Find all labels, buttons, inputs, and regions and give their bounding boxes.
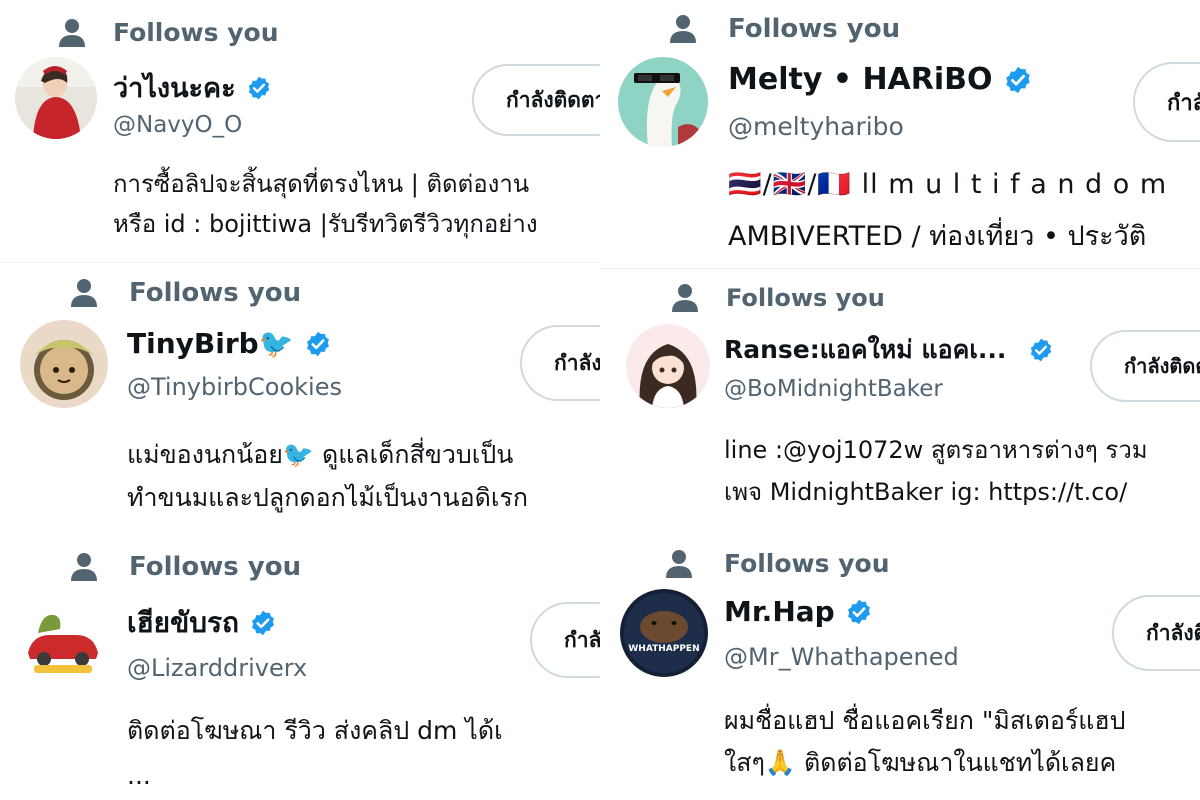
bio-line: การซื้อลิปจะสิ้นสุดที่ตรงไหน | ติดต่องาน (113, 170, 530, 198)
bio-line: ผมชื่อแฮป ชื่อแอคเรียก "มิสเตอร์แฮป (724, 706, 1126, 735)
bio-line: ติดต่อโฆษณา รีวิว ส่งคลิป dm ได้เ (127, 716, 503, 745)
follows-you-indicator: Follows you (666, 549, 890, 578)
person-icon (672, 284, 698, 312)
verified-badge-icon (306, 331, 329, 356)
following-button[interactable]: กำลังติดตาม (520, 325, 600, 401)
avatar[interactable] (618, 57, 708, 147)
user-handle: @BoMidnightBaker (724, 376, 943, 402)
bio-line: เพจ MidnightBaker ig: https://t.co/ (724, 478, 1128, 506)
user-handle: @meltyharibo (728, 112, 904, 141)
bio-line: หรือ id : bojittiwa |รับรีทวิตรีวิวทุกอย… (113, 210, 538, 238)
display-name[interactable]: Melty • HARiBO (728, 62, 993, 97)
verified-badge-icon (252, 610, 274, 636)
follows-you-label: Follows you (726, 284, 885, 312)
user-card[interactable]: Follows you WHATHAPPEN Mr.Hap @Mr_Whatha… (600, 535, 1200, 800)
follows-you-label: Follows you (113, 18, 279, 47)
following-button[interactable]: กำลังติดตาม (1112, 595, 1200, 671)
follows-you-label: Follows you (129, 552, 302, 582)
follows-you-label: Follows you (728, 14, 901, 44)
bio-line: ... (127, 761, 151, 790)
right-panel: Follows you Melty • HARiBO @meltyharibo … (600, 0, 1200, 800)
avatar[interactable] (20, 320, 108, 408)
display-name[interactable]: Ranse:แอคใหม่ แอคเ... (724, 330, 1006, 370)
verified-badge-icon (1005, 66, 1030, 93)
person-icon (71, 553, 97, 581)
display-name[interactable]: เฮียขับรถ (127, 601, 239, 645)
user-handle: @NavyO_O (113, 112, 243, 138)
bio-line: ใสๆ🙏 ติดต่อโฆษณาในแชทได้เลยค (724, 748, 1117, 777)
following-button[interactable]: กำลังติดตาม (472, 64, 600, 136)
following-button[interactable]: กำลังติดตาม (530, 602, 600, 678)
user-card[interactable]: Follows you เฮียขับรถ @Lizarddriverx กำล… (0, 535, 600, 800)
avatar[interactable]: WHATHAPPEN (620, 589, 708, 677)
person-icon (666, 549, 692, 578)
person-icon (71, 279, 97, 307)
follows-you-label: Follows you (724, 549, 890, 578)
left-panel: Follows you ว่าไงนะคะ @NavyO_O กำลังติดต… (0, 0, 600, 800)
user-card[interactable]: Follows you Ranse:แอคใหม่ แอคเ... @BoMid… (600, 270, 1200, 535)
person-icon (670, 15, 696, 43)
bio-line: line :@yoj1072w สูตรอาหารต่างๆ รวม (724, 436, 1148, 464)
verified-badge-icon (1031, 338, 1052, 362)
user-card[interactable]: Follows you Melty • HARiBO @meltyharibo … (600, 0, 1200, 280)
follows-you-label: Follows you (129, 278, 302, 308)
following-button[interactable]: กำลังติดตาม (1090, 330, 1200, 402)
follows-you-indicator: Follows you (672, 284, 885, 312)
divider (600, 268, 1200, 269)
bio-line: AMBIVERTED / ท่องเที่ยว • ประวัติ (728, 221, 1147, 252)
user-handle: @TinybirbCookies (127, 373, 342, 401)
user-handle: @Lizarddriverx (127, 654, 308, 682)
bio-line: แม่ของนกน้อย🐦 ดูแลเด็กสี่ขวบเป็น (127, 440, 514, 469)
follows-you-indicator: Follows you (71, 278, 301, 308)
follows-you-indicator: Follows you (71, 552, 301, 582)
bio-line: 🇹🇭/🇬🇧/🇫🇷 ll m u l t i f a n d o m (728, 169, 1168, 200)
verified-badge-icon (847, 599, 870, 624)
display-name[interactable]: ว่าไงนะคะ (113, 66, 236, 109)
user-card[interactable]: Follows you ว่าไงนะคะ @NavyO_O กำลังติดต… (0, 0, 600, 262)
display-name[interactable]: TinyBirb🐦 (127, 327, 294, 360)
avatar-logo-text: WHATHAPPEN (628, 644, 699, 654)
avatar[interactable] (15, 57, 97, 139)
follows-you-indicator: Follows you (670, 14, 900, 44)
avatar[interactable] (18, 595, 108, 685)
user-card[interactable]: Follows you TinyBirb🐦 @TinybirbCookies ก… (0, 263, 600, 535)
avatar[interactable] (626, 324, 710, 408)
verified-badge-icon (248, 76, 269, 99)
user-handle: @Mr_Whathapened (724, 643, 959, 671)
following-button[interactable]: กำลังติดตาม (1133, 62, 1200, 142)
bio-line: ทำขนมและปลูกดอกไม้เป็นงานอดิเรก (127, 483, 529, 512)
display-name[interactable]: Mr.Hap (724, 595, 835, 628)
follows-you-indicator: Follows you (59, 18, 279, 47)
person-icon (59, 18, 85, 47)
